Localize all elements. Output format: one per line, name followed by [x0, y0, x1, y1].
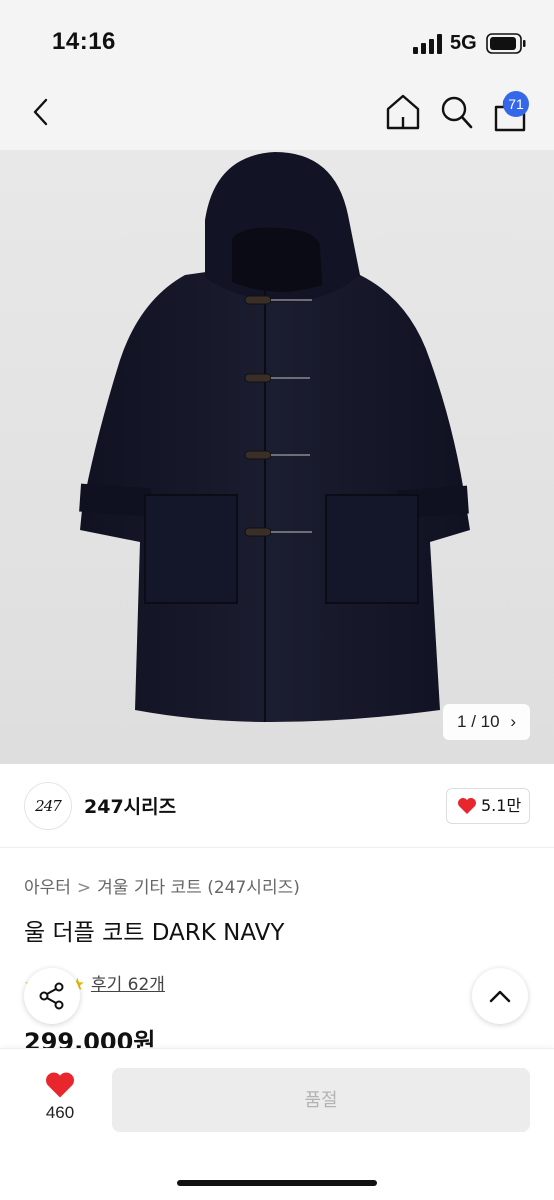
- breadcrumb-item-category[interactable]: 겨울 기타 코트 (247시리즈): [97, 873, 300, 898]
- share-button[interactable]: [24, 968, 80, 1024]
- chevron-up-icon: [489, 990, 511, 1003]
- brand-like-button[interactable]: 5.1만: [446, 788, 530, 824]
- image-counter-label: 1 / 10: [457, 712, 500, 731]
- signal-icon: [413, 34, 442, 54]
- status-time: 14:16: [52, 28, 116, 55]
- battery-icon: [486, 33, 526, 54]
- search-icon[interactable]: [440, 94, 474, 130]
- coat-image: [79, 152, 470, 722]
- wishlist-button[interactable]: 460: [30, 1071, 90, 1131]
- breadcrumb: 아우터 > 겨울 기타 코트 (247시리즈): [24, 873, 300, 898]
- scroll-top-button[interactable]: [472, 968, 528, 1024]
- review-link[interactable]: 후기 62개: [91, 975, 165, 995]
- brand-logo[interactable]: 247: [24, 782, 72, 830]
- product-title: 울 더플 코트 DARK NAVY: [24, 920, 285, 946]
- chevron-right-icon: ›: [510, 712, 516, 731]
- wishlist-count: 460: [45, 1103, 75, 1122]
- breadcrumb-separator: >: [76, 878, 92, 898]
- cart-count-badge[interactable]: 71: [503, 91, 529, 117]
- nav-header: 71: [0, 88, 554, 150]
- brand-name[interactable]: 247시리즈: [84, 792, 176, 819]
- image-counter[interactable]: 1 / 10 ›: [443, 704, 530, 740]
- heart-icon: [458, 798, 476, 814]
- brand-row[interactable]: 247 247시리즈 5.1만: [0, 764, 554, 848]
- status-bar: 14:16 5G: [0, 0, 554, 88]
- breadcrumb-item-outer[interactable]: 아우터: [24, 873, 71, 898]
- heart-icon: [46, 1072, 74, 1098]
- bottom-action-bar: 460 품절: [0, 1048, 554, 1200]
- back-icon[interactable]: [26, 96, 58, 128]
- home-indicator: [177, 1180, 377, 1186]
- sold-out-button[interactable]: 품절: [112, 1068, 530, 1132]
- brand-logo-text: 247: [35, 797, 62, 815]
- product-image-gallery[interactable]: 1 / 10 ›: [0, 150, 554, 764]
- home-icon[interactable]: [385, 93, 421, 131]
- brand-like-count: 5.1만: [481, 796, 522, 815]
- share-icon: [39, 982, 64, 1010]
- network-label: 5G: [450, 32, 477, 54]
